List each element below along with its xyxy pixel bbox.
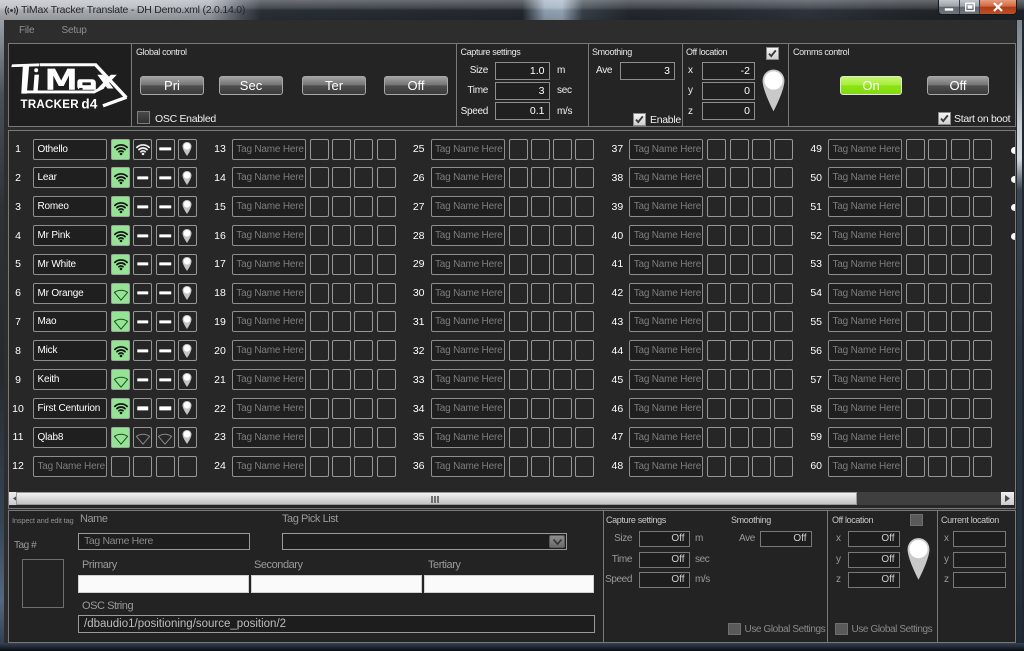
svg-text:TRACKERd4: TRACKERd4 — [20, 96, 97, 111]
